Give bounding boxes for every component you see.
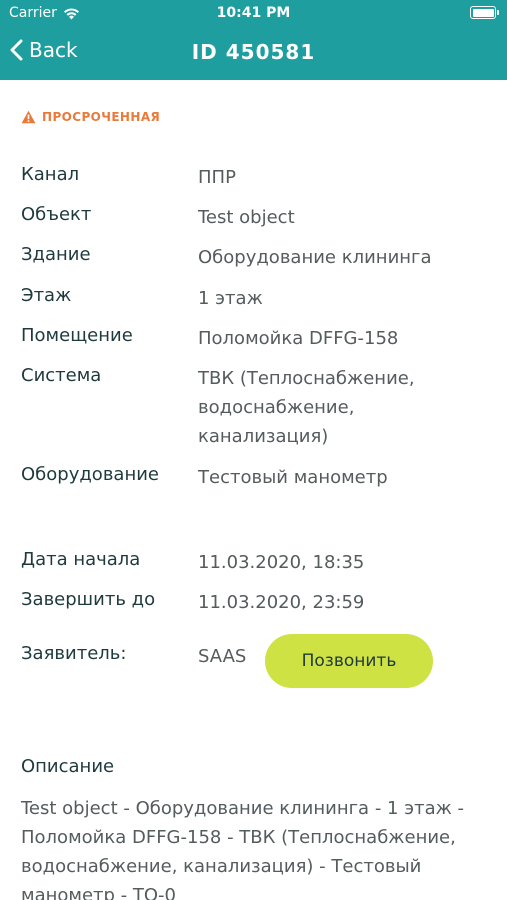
page-title: ID 450581 (191, 40, 316, 64)
building-label: Здание (21, 244, 91, 265)
equipment-value: Тестовый манометр (198, 467, 388, 488)
applicant-value: SAAS (198, 646, 247, 667)
channel-value: ППР (198, 167, 236, 188)
floor-label: Этаж (21, 285, 72, 306)
navigation-header: Carrier 10:41 PM Back ID 450581 (0, 0, 507, 80)
room-value: Поломойка DFFG-158 (198, 328, 399, 349)
overdue-badge: ПРОСРОЧЕННАЯ (21, 110, 160, 124)
system-label: Система (21, 365, 102, 386)
start-date-value: 11.03.2020, 18:35 (198, 552, 365, 573)
applicant-label: Заявитель: (21, 643, 127, 664)
building-value: Оборудование клининга (198, 247, 432, 268)
object-value: Test object (198, 207, 295, 228)
object-label: Объект (21, 204, 92, 225)
floor-value: 1 этаж (198, 288, 263, 309)
call-button[interactable]: Позвонить (265, 634, 433, 688)
description-text: Test object - Оборудование клининга - 1 … (21, 798, 465, 900)
system-value: ТВК (Теплоснабжение, водоснабжение, кана… (198, 368, 415, 447)
status-time: 10:41 PM (216, 5, 291, 21)
start-date-label: Дата начала (21, 549, 141, 570)
warning-triangle-icon (21, 110, 36, 124)
room-label: Помещение (21, 325, 133, 346)
status-bar: Carrier 10:41 PM (0, 0, 507, 28)
battery-icon (470, 6, 499, 19)
channel-label: Канал (21, 164, 80, 185)
overdue-label: ПРОСРОЧЕННАЯ (42, 110, 161, 124)
description-title: Описание (21, 756, 115, 777)
due-date-label: Завершить до (21, 589, 156, 610)
due-date-value: 11.03.2020, 23:59 (198, 592, 365, 613)
equipment-label: Оборудование (21, 464, 159, 485)
